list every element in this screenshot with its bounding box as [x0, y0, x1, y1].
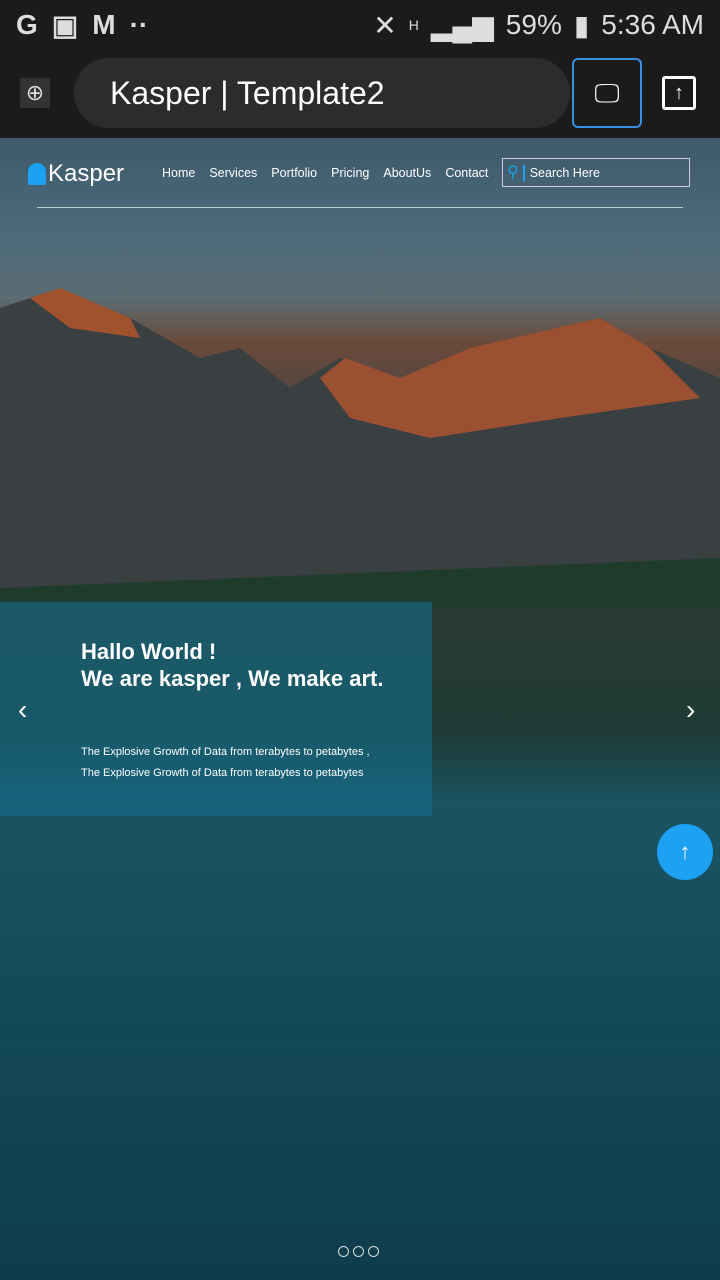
slide-text: The Explosive Growth of Data from teraby…	[81, 746, 370, 779]
mute-icon: ✕	[373, 9, 397, 41]
mountain-image	[0, 288, 720, 608]
gmail-icon: M	[92, 9, 116, 40]
open-in-app-icon[interactable]: ↑	[662, 76, 696, 110]
search-placeholder: Search Here	[529, 165, 600, 180]
chevron-right-icon[interactable]: ›	[686, 694, 695, 726]
chevron-left-icon[interactable]: ‹	[18, 694, 27, 726]
gallery-icon: ▣	[51, 9, 79, 41]
slide-dot[interactable]	[368, 1246, 379, 1257]
slide-indicators	[338, 1246, 379, 1257]
nav-home[interactable]: Home	[162, 166, 195, 180]
nav-pricing[interactable]: Pricing	[331, 166, 369, 180]
search-icon: ⚲	[503, 164, 525, 181]
site-navbar: Kasper Home Services Portfolio Pricing A…	[0, 138, 720, 208]
slide-heading: Hallo World ! We are kasper , We make art…	[81, 639, 384, 691]
google-icon: G	[16, 9, 38, 40]
site-logo[interactable]: Kasper	[28, 160, 124, 188]
scroll-to-top-button[interactable]: ↑	[657, 824, 713, 880]
nav-divider	[37, 207, 683, 208]
network-type: H	[408, 17, 419, 33]
nav-contact[interactable]: Contact	[445, 166, 488, 180]
ghost-icon	[28, 163, 46, 185]
clock: 5:36 AM	[601, 9, 704, 40]
slide-caption: Hallo World ! We are kasper , We make art…	[0, 602, 432, 816]
hero-section: Kasper Home Services Portfolio Pricing A…	[0, 138, 720, 1280]
search-input[interactable]: ⚲ Search Here	[502, 158, 690, 187]
slide-dot[interactable]	[338, 1246, 349, 1257]
slide-dot[interactable]	[353, 1246, 364, 1257]
signal-icon: ▂▄▆	[430, 9, 494, 41]
nav-portfolio[interactable]: Portfolio	[271, 166, 317, 180]
battery-percent: 59%	[505, 9, 562, 40]
more-notifications-icon: ··	[129, 9, 149, 40]
desktop-view-icon[interactable]: 🖵	[572, 58, 642, 128]
browser-toolbar: ⊕ Kasper | Template2 🖵 ↑	[0, 50, 720, 138]
nav-aboutus[interactable]: AboutUs	[383, 166, 431, 180]
nav-services[interactable]: Services	[209, 166, 257, 180]
battery-icon: ▮	[573, 9, 590, 41]
globe-icon[interactable]: ⊕	[20, 78, 50, 108]
status-bar: G ▣ M ·· ✕ H ▂▄▆ 59% ▮ 5:36 AM	[0, 0, 720, 50]
address-bar[interactable]: Kasper | Template2	[74, 58, 570, 128]
logo-text: Kasper	[48, 160, 125, 187]
